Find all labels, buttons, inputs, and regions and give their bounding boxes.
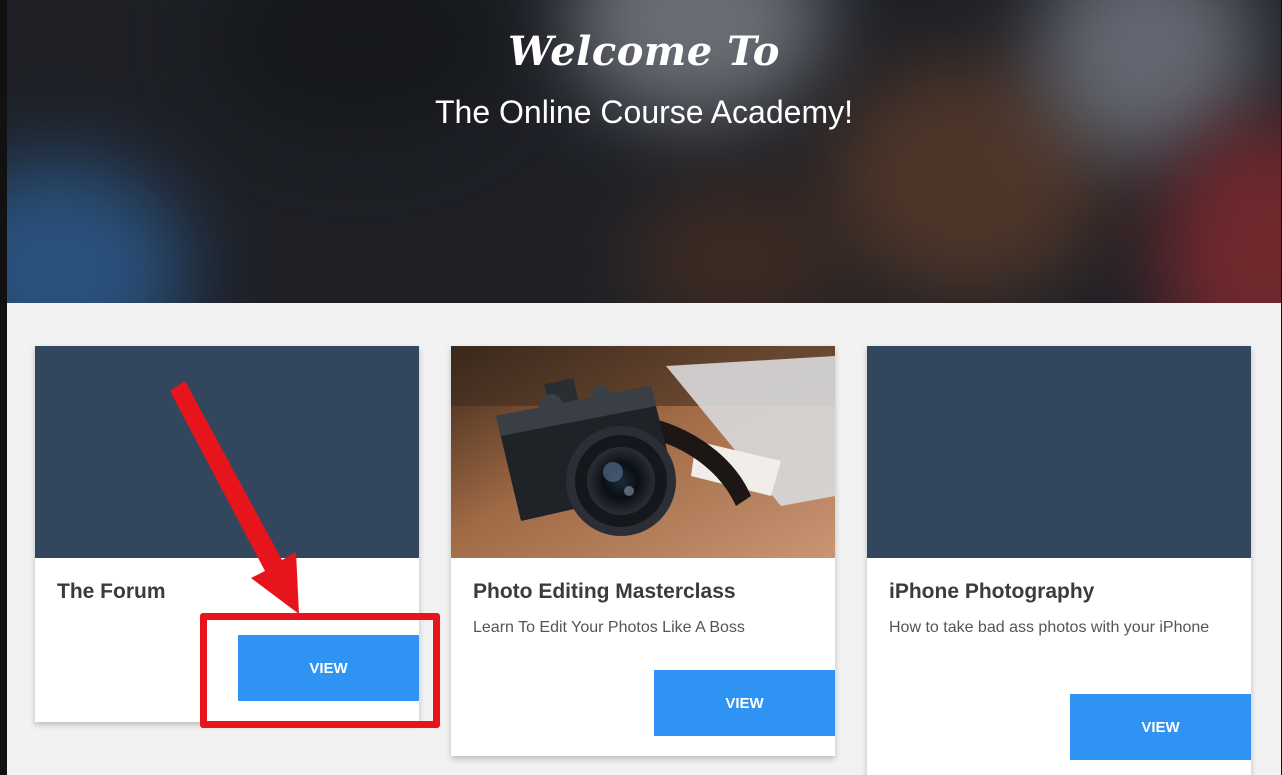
view-button-forum[interactable]: VIEW <box>238 635 419 701</box>
hero-title: Welcome To <box>508 28 780 75</box>
view-button-photo-editing[interactable]: VIEW <box>654 670 835 736</box>
hero-banner: Welcome To The Online Course Academy! <box>7 0 1281 303</box>
course-card-title: Photo Editing Masterclass <box>473 580 736 603</box>
hero-bokeh <box>627 180 847 303</box>
course-card-title: The Forum <box>57 580 166 603</box>
view-button-iphone-photography[interactable]: VIEW <box>1070 694 1251 760</box>
course-card-description: How to take bad ass photos with your iPh… <box>889 619 1210 636</box>
course-card-image <box>867 346 1251 558</box>
page-frame: Welcome To The Online Course Academy! Th… <box>7 0 1281 775</box>
course-card-image <box>35 346 419 558</box>
course-card-forum: The Forum VIEW <box>35 346 419 722</box>
camera-photo-image <box>451 346 835 558</box>
camera-photo-icon <box>451 346 835 558</box>
course-card-description: Learn To Edit Your Photos Like A Boss <box>473 619 745 636</box>
course-card-photo-editing: Photo Editing Masterclass Learn To Edit … <box>451 346 835 756</box>
hero-bokeh <box>7 160 187 303</box>
course-card-iphone-photography: iPhone Photography How to take bad ass p… <box>867 346 1251 775</box>
course-card-title: iPhone Photography <box>889 580 1095 603</box>
hero-subtitle: The Online Course Academy! <box>435 94 853 130</box>
